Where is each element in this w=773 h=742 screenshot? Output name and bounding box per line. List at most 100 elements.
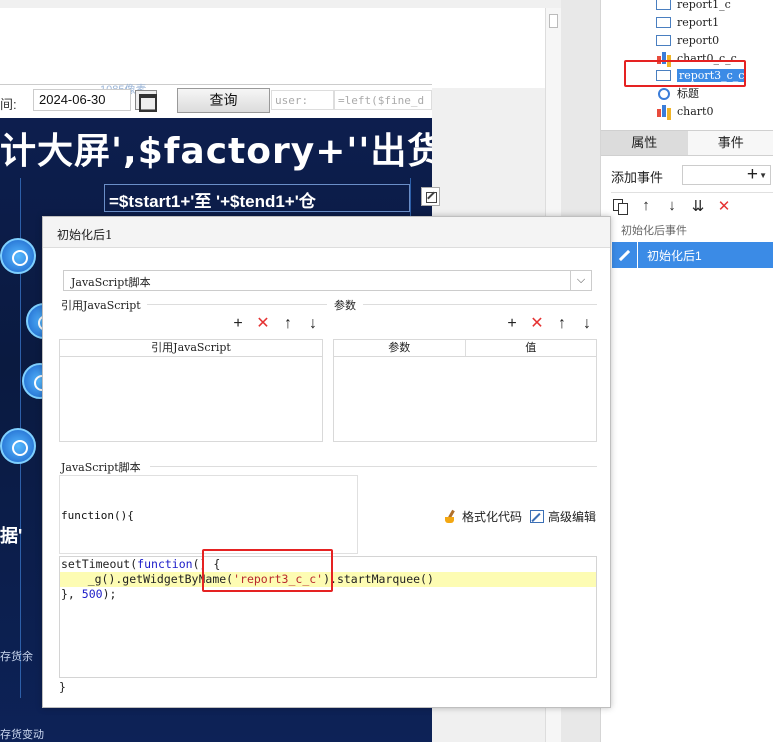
table-header: 引用JavaScript (60, 340, 322, 357)
tree-item-label: report1 (677, 15, 720, 29)
component-panel: report1_c report1 report0 chart0_c_c rep… (600, 0, 773, 742)
delete-icon[interactable]: ✕ (255, 316, 271, 332)
tree-item-label: report0 (677, 33, 720, 47)
designer-window: 1085像素 间: 2024-06-30 查询 user: =left($fin… (0, 0, 773, 742)
left-text: 存货余 (0, 651, 33, 663)
scrollbar-thumb[interactable] (549, 14, 558, 28)
report-icon (656, 34, 671, 46)
dialog-titlebar: 初始化后1 (43, 217, 610, 248)
ref-js-toolbar: + ✕ ↑ ↓ (230, 316, 321, 332)
tab-properties[interactable]: 属性 (601, 131, 688, 155)
report-icon (656, 16, 671, 28)
circle-icon (0, 238, 36, 274)
advanced-edit-button[interactable]: 高级编辑 (529, 508, 596, 525)
side-text: 据' (0, 526, 23, 546)
column-header: 参数 (334, 340, 466, 356)
tree-item-label: report1_c (677, 0, 731, 11)
function-header: function(){ (61, 509, 134, 522)
delete-icon[interactable]: ✕ (529, 316, 545, 332)
ref-js-table[interactable]: 引用JavaScript (59, 339, 323, 442)
circle-icon (0, 428, 36, 464)
column-header: 引用JavaScript (151, 341, 231, 354)
edit-icon (529, 510, 544, 523)
copy-button[interactable] (611, 197, 629, 215)
tab-events[interactable]: 事件 (687, 131, 773, 155)
move-up-button[interactable]: ↑ (637, 197, 655, 215)
edit-icon[interactable] (612, 242, 638, 268)
script-type-value: JavaScript脚本 (71, 276, 151, 289)
canvas-white-area (0, 8, 545, 88)
script-type-select[interactable]: JavaScript脚本 ⌵ (63, 270, 592, 291)
sort-icon: ⇊ (691, 197, 705, 215)
edit-widget-icon[interactable] (421, 187, 440, 206)
event-toolbar: ↑ ↓ ⇊ ✕ (611, 192, 773, 215)
column-header: 值 (525, 341, 537, 354)
add-event-dropdown[interactable]: + ▼ (682, 164, 771, 185)
tree-item-title[interactable]: 标题 (656, 85, 699, 101)
closing-brace: } (59, 680, 66, 694)
event-item-label: 初始化后1 (647, 248, 702, 263)
tree-item-label: chart0 (677, 104, 714, 118)
date-label: 间: (0, 97, 17, 112)
arrow-up-icon[interactable]: ↑ (554, 316, 570, 332)
title-icon (656, 87, 671, 100)
js-script-group-label: JavaScript脚本 (61, 461, 141, 474)
advanced-edit-label: 高级编辑 (547, 510, 596, 524)
copy-icon (612, 198, 628, 215)
divider (363, 304, 597, 305)
divider (147, 304, 327, 305)
event-section-label: 初始化后事件 (621, 225, 687, 237)
code-line: setTimeout(function() { (61, 557, 221, 571)
add-icon[interactable]: + (504, 316, 520, 332)
report-subtitle[interactable]: =$tstart1+'至 '+$tend1+'仓 (104, 184, 410, 212)
delete-button[interactable]: ✕ (715, 197, 733, 215)
params-table[interactable]: 参数 值 (333, 339, 597, 442)
user-field[interactable]: user: (271, 90, 334, 110)
tree-item-chart0[interactable]: chart0 (656, 103, 713, 119)
params-group-label: 参数 (334, 299, 356, 312)
report-title: 计大屏',$factory+''出货 (0, 131, 432, 172)
formula-field[interactable]: =left($fine_d (334, 90, 432, 110)
parameter-bar: 1085像素 间: 2024-06-30 查询 user: =left($fin… (0, 84, 432, 118)
ref-js-group-label: 引用JavaScript (61, 299, 141, 312)
format-code-button[interactable]: 格式化代码 (444, 508, 522, 525)
divider (150, 466, 597, 467)
add-event-label: 添加事件 (611, 170, 664, 185)
code-actions: 格式化代码 高级编辑 (444, 508, 596, 525)
left-text: 存货变动 (0, 729, 44, 741)
move-down-button[interactable]: ↓ (663, 197, 681, 215)
tree-item-report1[interactable]: report1 (656, 14, 719, 30)
function-header-area: function(){ (59, 475, 358, 554)
dialog-title: 初始化后1 (57, 228, 113, 242)
tree-item-report0[interactable]: report0 (656, 32, 719, 48)
brush-icon (444, 510, 458, 523)
arrow-up-icon: ↑ (642, 197, 650, 214)
report-icon (656, 0, 671, 10)
event-item[interactable]: 初始化后1 (612, 242, 773, 268)
arrow-down-icon: ↓ (668, 197, 676, 214)
plus-icon: + (746, 164, 758, 185)
code-line: }, 500); (61, 587, 117, 601)
table-header: 参数 值 (334, 340, 596, 357)
highlight-box (202, 549, 333, 592)
highlight-box (624, 60, 746, 87)
delete-icon: ✕ (717, 197, 731, 215)
event-dialog: 初始化后1 JavaScript脚本 ⌵ 引用JavaScript 参数 + ✕… (42, 216, 611, 708)
chart-icon (656, 104, 671, 117)
add-event-row: 添加事件 + ▼ (601, 162, 773, 188)
date-input[interactable]: 2024-06-30 (33, 89, 131, 111)
query-button[interactable]: 查询 (177, 88, 270, 113)
tree-item-label: 标题 (677, 87, 699, 100)
add-icon[interactable]: + (230, 316, 246, 332)
chevron-down-icon[interactable]: ⌵ (570, 271, 591, 290)
arrow-down-icon[interactable]: ↓ (305, 316, 321, 332)
params-toolbar: + ✕ ↑ ↓ (504, 316, 595, 332)
format-code-label: 格式化代码 (461, 510, 522, 524)
tree-item-report1-c[interactable]: report1_c (656, 0, 731, 12)
sort-button[interactable]: ⇊ (689, 197, 707, 215)
panel-tabs: 属性 事件 (601, 130, 773, 156)
arrow-up-icon[interactable]: ↑ (280, 316, 296, 332)
calendar-icon[interactable] (135, 90, 157, 112)
chevron-down-icon: ▼ (759, 171, 767, 180)
arrow-down-icon[interactable]: ↓ (579, 316, 595, 332)
